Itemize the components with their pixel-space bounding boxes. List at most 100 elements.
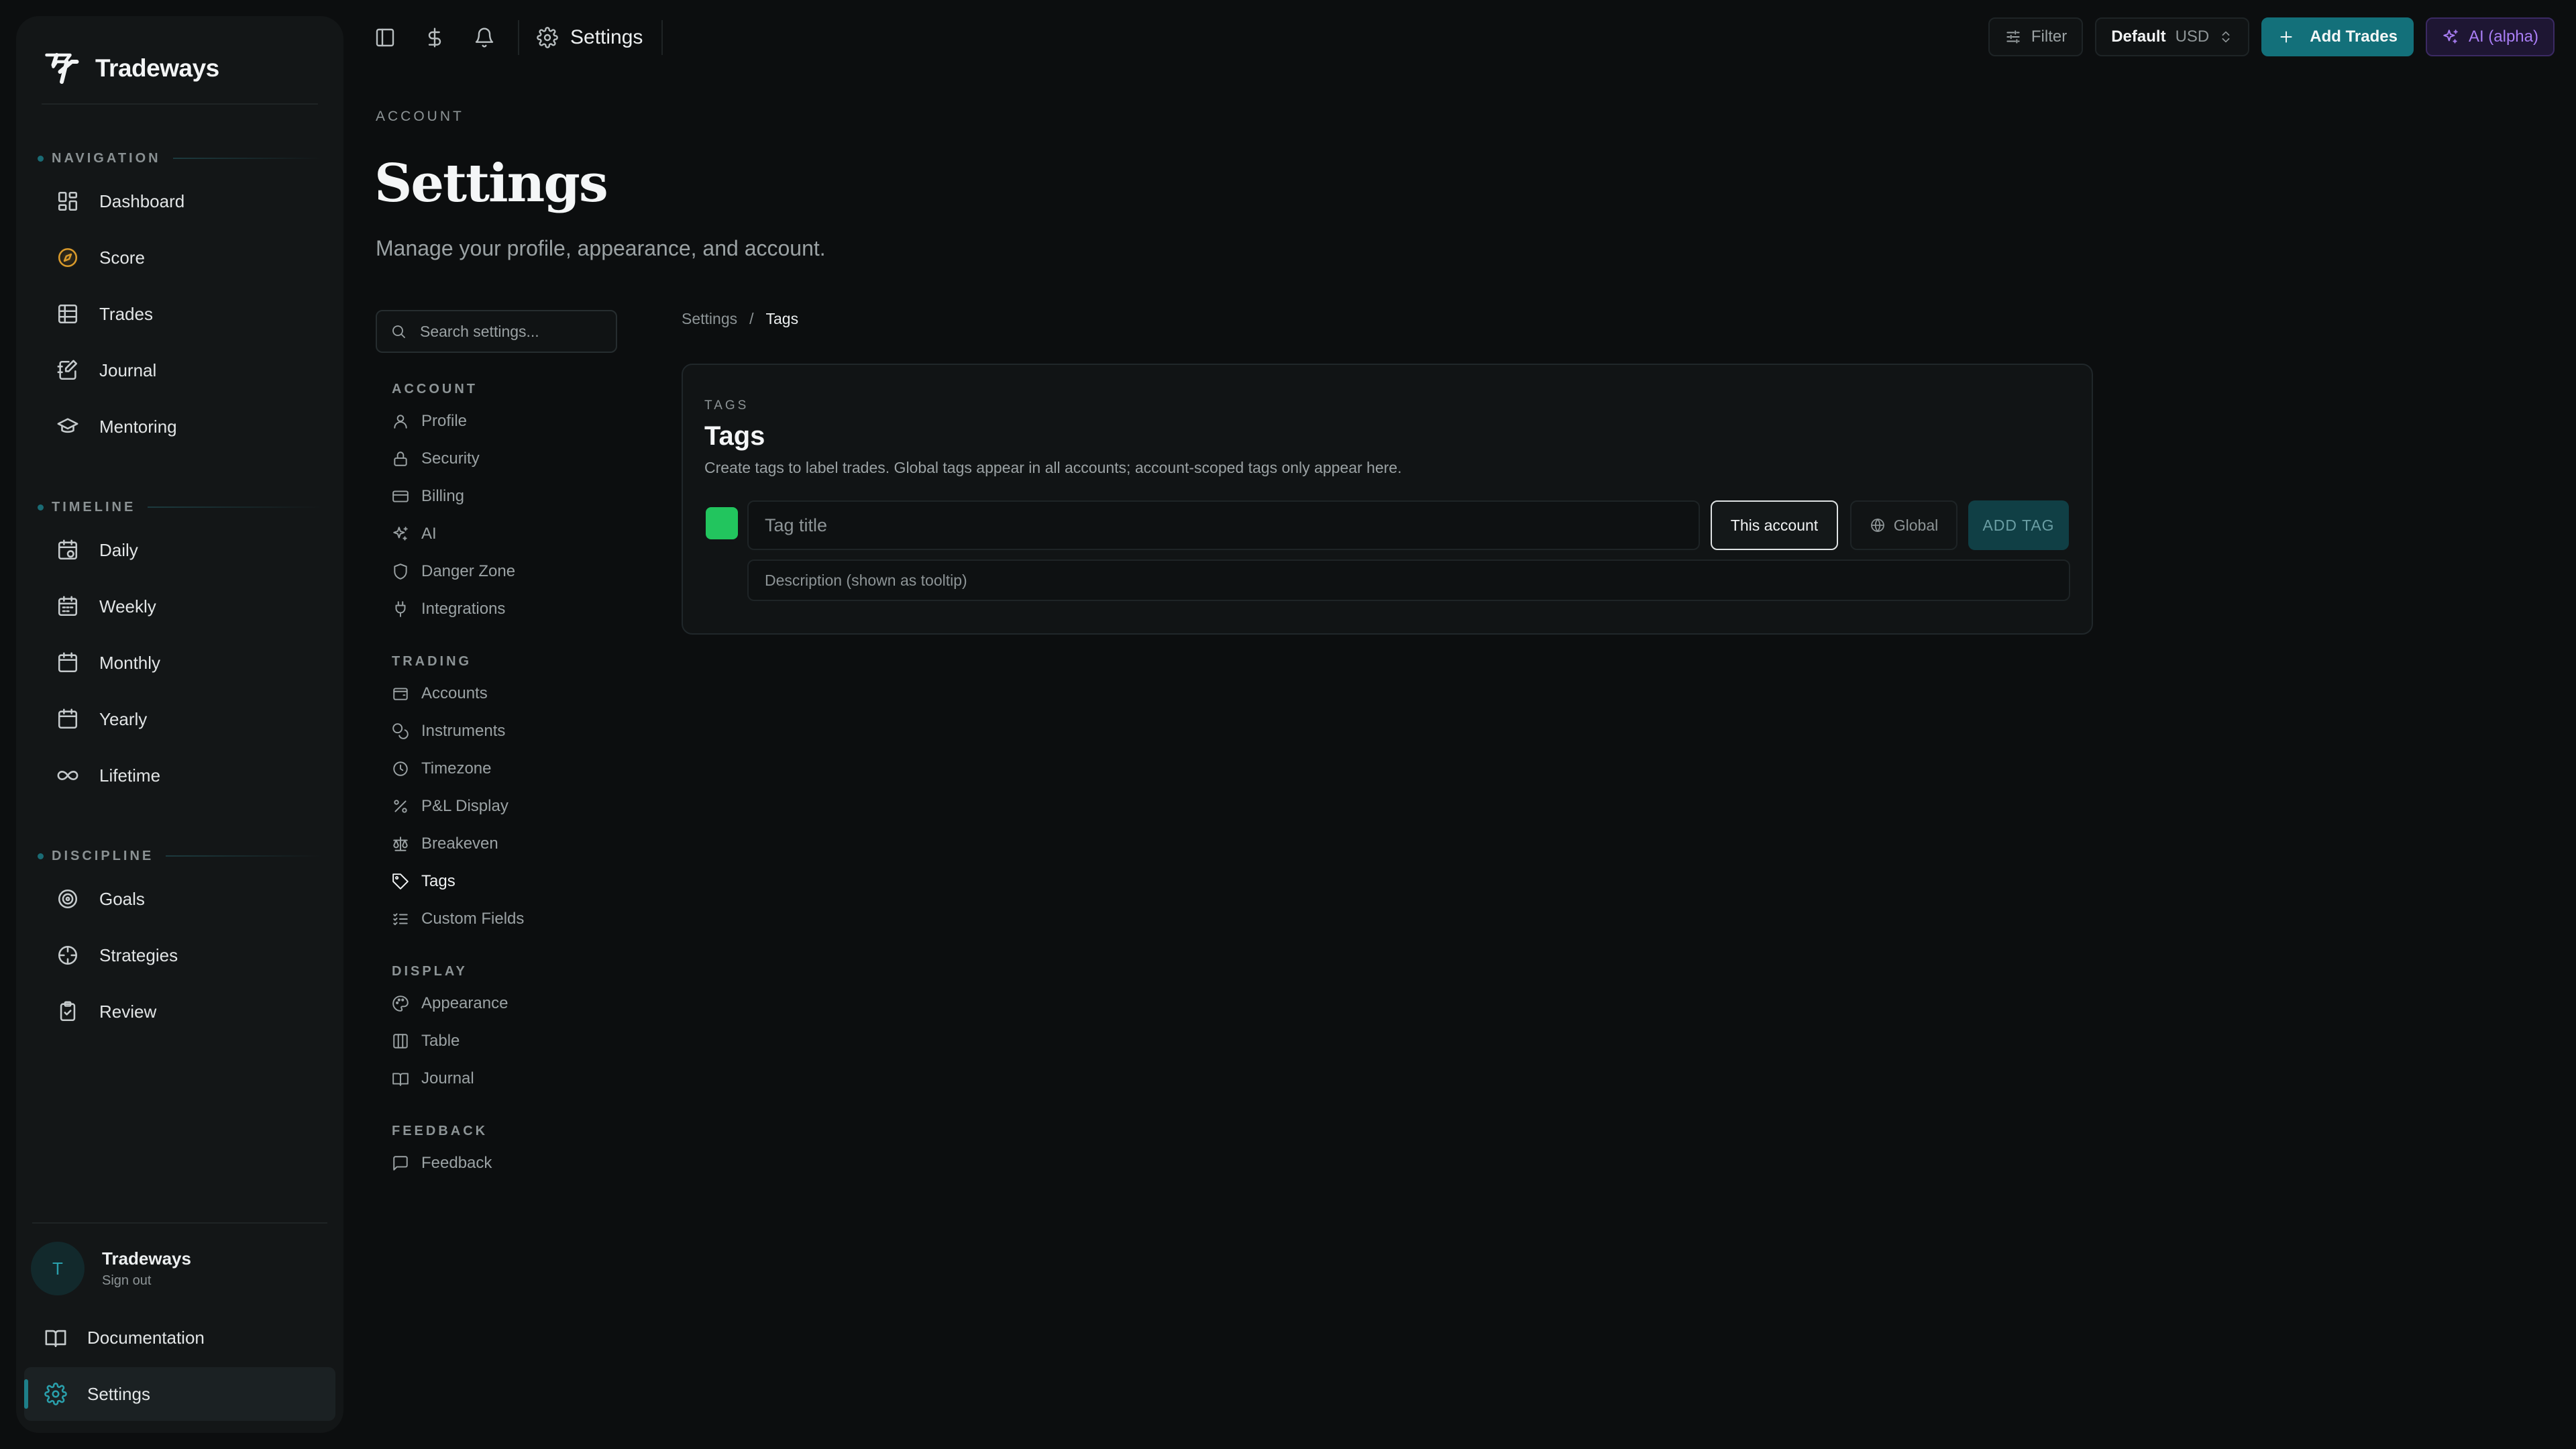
settings-item-label: Table	[421, 1032, 460, 1050]
card-eyebrow: TAGS	[704, 398, 749, 413]
settings-item-label: Feedback	[421, 1154, 492, 1172]
sidebar-item-settings[interactable]: Settings	[24, 1367, 335, 1421]
account-selector[interactable]: Default USD	[2095, 17, 2250, 56]
card-title: Tags	[704, 421, 765, 451]
calendar-clock-icon	[56, 539, 79, 561]
settings-group-label: TRADING	[392, 653, 472, 669]
topbar-title-label: Settings	[570, 26, 643, 48]
settings-item-timezone[interactable]: Timezone	[392, 750, 613, 788]
settings-item-label: Billing	[421, 487, 465, 505]
settings-item-instruments[interactable]: Instruments	[392, 712, 613, 750]
settings-group-label: DISPLAY	[392, 963, 468, 979]
sidebar-item-label: Journal	[99, 360, 157, 380]
divider	[661, 20, 663, 55]
settings-item-label: Security	[421, 449, 480, 468]
settings-item-profile[interactable]: Profile	[392, 402, 613, 440]
breadcrumb-root[interactable]: Settings	[682, 310, 737, 328]
currency-button[interactable]	[417, 20, 452, 55]
book-open-icon	[392, 1070, 409, 1087]
user-icon	[392, 413, 409, 430]
settings-item-billing[interactable]: Billing	[392, 478, 613, 515]
plus-icon	[2277, 28, 2295, 46]
sidebar-item-label: Mentoring	[99, 416, 177, 437]
shield-icon	[392, 563, 409, 580]
card-description: Create tags to label trades. Global tags…	[704, 459, 1402, 476]
tag-title-field[interactable]	[747, 500, 1700, 550]
sidebar-item-goals[interactable]: Goals	[38, 872, 322, 926]
account-name: Default	[2111, 28, 2166, 46]
nav-section-discipline: DISCIPLINE Goals Strategies Review	[38, 843, 322, 1038]
settings-item-security[interactable]: Security	[392, 440, 613, 478]
tag-title-input[interactable]	[765, 515, 1699, 536]
sidebar-item-label: Monthly	[99, 652, 161, 673]
sidebar-item-documentation[interactable]: Documentation	[24, 1311, 335, 1364]
settings-item-accounts[interactable]: Accounts	[392, 675, 613, 712]
topbar-title: Settings	[537, 20, 643, 55]
settings-search-input[interactable]	[420, 322, 601, 341]
page-eyebrow: ACCOUNT	[376, 109, 464, 124]
sidebar-item-dashboard[interactable]: Dashboard	[38, 174, 322, 228]
sidebar-item-daily[interactable]: Daily	[38, 523, 322, 577]
sidebar-item-strategies[interactable]: Strategies	[38, 928, 322, 982]
page-subtitle: Manage your profile, appearance, and acc…	[376, 236, 826, 260]
sidebar-item-yearly[interactable]: Yearly	[38, 692, 322, 746]
settings-search[interactable]	[376, 310, 617, 353]
sidebar-item-review[interactable]: Review	[38, 985, 322, 1038]
settings-item-feedback[interactable]: Feedback	[392, 1144, 613, 1182]
settings-item-label: Profile	[421, 412, 468, 430]
scope-this-account-button[interactable]: This account	[1711, 500, 1838, 550]
sidebar-item-label: Score	[99, 247, 145, 268]
filter-button[interactable]: Filter	[1988, 17, 2084, 56]
book-icon	[44, 1326, 67, 1349]
add-tag-button[interactable]: ADD TAG	[1968, 500, 2069, 550]
sidebar-item-lifetime[interactable]: Lifetime	[38, 749, 322, 802]
sidebar-item-mentoring[interactable]: Mentoring	[38, 400, 322, 453]
columns-icon	[392, 1032, 409, 1050]
settings-item-pl-display[interactable]: P&L Display	[392, 788, 613, 825]
user-name: Tradeways	[102, 1248, 191, 1269]
sign-out-link[interactable]: Sign out	[102, 1273, 191, 1289]
dashboard-icon	[56, 190, 79, 213]
sidebar-item-monthly[interactable]: Monthly	[38, 636, 322, 690]
compass-icon	[56, 246, 79, 269]
settings-item-custom-fields[interactable]: Custom Fields	[392, 900, 613, 938]
settings-item-ai[interactable]: AI	[392, 515, 613, 553]
sidebar-item-label: Goals	[99, 888, 145, 909]
target-icon	[56, 888, 79, 910]
settings-item-table[interactable]: Table	[392, 1022, 613, 1060]
breadcrumb-current: Tags	[765, 310, 799, 327]
brand[interactable]: Tradeways	[42, 47, 219, 90]
settings-item-appearance[interactable]: Appearance	[392, 985, 613, 1022]
tag-description-input[interactable]	[765, 571, 2069, 590]
add-trades-button[interactable]: Add Trades	[2261, 17, 2414, 56]
settings-item-tags[interactable]: Tags	[392, 863, 613, 900]
ai-alpha-button[interactable]: AI (alpha)	[2425, 17, 2555, 56]
sidebar-item-label: Lifetime	[99, 765, 161, 786]
sidebar-item-weekly[interactable]: Weekly	[38, 580, 322, 633]
journal-icon	[56, 359, 79, 382]
sparkles-icon	[2442, 28, 2459, 46]
tag-color-swatch[interactable]	[706, 507, 738, 539]
sidebar-item-score[interactable]: Score	[38, 231, 322, 284]
gear-icon	[537, 27, 558, 48]
settings-item-integrations[interactable]: Integrations	[392, 590, 613, 628]
settings-item-breakeven[interactable]: Breakeven	[392, 825, 613, 863]
settings-item-journal[interactable]: Journal	[392, 1060, 613, 1097]
scope-global-button[interactable]: Global	[1850, 500, 1957, 550]
credit-card-icon	[392, 488, 409, 505]
tags-card: TAGS Tags Create tags to label trades. G…	[682, 364, 2093, 635]
divider	[518, 20, 519, 55]
scale-icon	[392, 835, 409, 853]
sidebar-item-journal[interactable]: Journal	[38, 343, 322, 397]
settings-item-danger-zone[interactable]: Danger Zone	[392, 553, 613, 590]
tag-description-field[interactable]	[747, 559, 2070, 601]
toggle-sidebar-button[interactable]	[368, 20, 402, 55]
sidebar-item-trades[interactable]: Trades	[38, 287, 322, 341]
gear-icon	[44, 1383, 67, 1405]
calendar-icon	[56, 651, 79, 674]
user-block[interactable]: T Tradeways Sign out	[31, 1238, 191, 1299]
topbar-actions: Filter Default USD Add Trades AI (alpha)	[1988, 17, 2555, 56]
notifications-button[interactable]	[467, 20, 502, 55]
bell-icon	[474, 27, 495, 48]
scope-global-label: Global	[1893, 516, 1939, 534]
